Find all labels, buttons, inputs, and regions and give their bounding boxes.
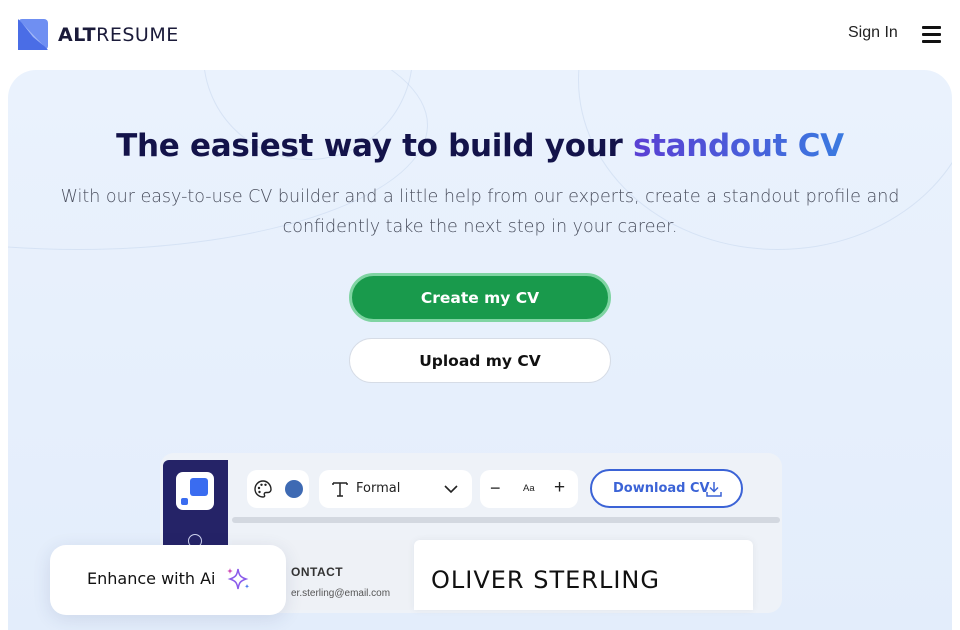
altresume-logo-icon [18,19,48,50]
sparkle-icon [227,568,250,590]
logo[interactable]: ALTRESUME [18,19,179,50]
app-logo-icon [176,472,214,510]
download-cv-button[interactable]: Download CV [590,469,743,508]
upload-cv-button[interactable]: Upload my CV [349,338,611,383]
candidate-name: OLIVER STERLING [431,566,660,594]
palette-icon [254,480,272,498]
download-cv-label: Download CV [613,481,710,496]
headline-accent: standout CV [632,128,844,164]
decrease-size-button[interactable]: − [490,479,501,497]
font-style-value: Formal [356,481,401,496]
font-size-label: Aa [523,483,535,494]
contact-heading: ONTACT [291,565,344,579]
brand-name: ALTRESUME [58,24,179,46]
sign-in-link[interactable]: Sign In [848,24,898,42]
site-header: ALTRESUME Sign In [0,0,960,70]
color-swatch[interactable] [285,480,303,498]
hero-subtitle: With our easy-to-use CV builder and a li… [60,187,900,237]
hamburger-icon[interactable] [922,26,941,43]
text-type-icon [332,482,348,497]
headline-main: The easiest way to build your [116,128,633,164]
brand-rest: RESUME [96,23,179,46]
download-icon [706,482,722,497]
contact-email: er.sterling@email.com [291,588,391,599]
brand-bold: ALT [58,23,97,46]
increase-size-button[interactable]: + [554,478,565,497]
create-cv-button[interactable]: Create my CV [349,273,611,322]
toolbar-divider [232,517,780,523]
enhance-label: Enhance with Ai [87,569,216,588]
chevron-down-icon [444,485,458,494]
hero-headline: The easiest way to build your standout C… [0,128,960,164]
